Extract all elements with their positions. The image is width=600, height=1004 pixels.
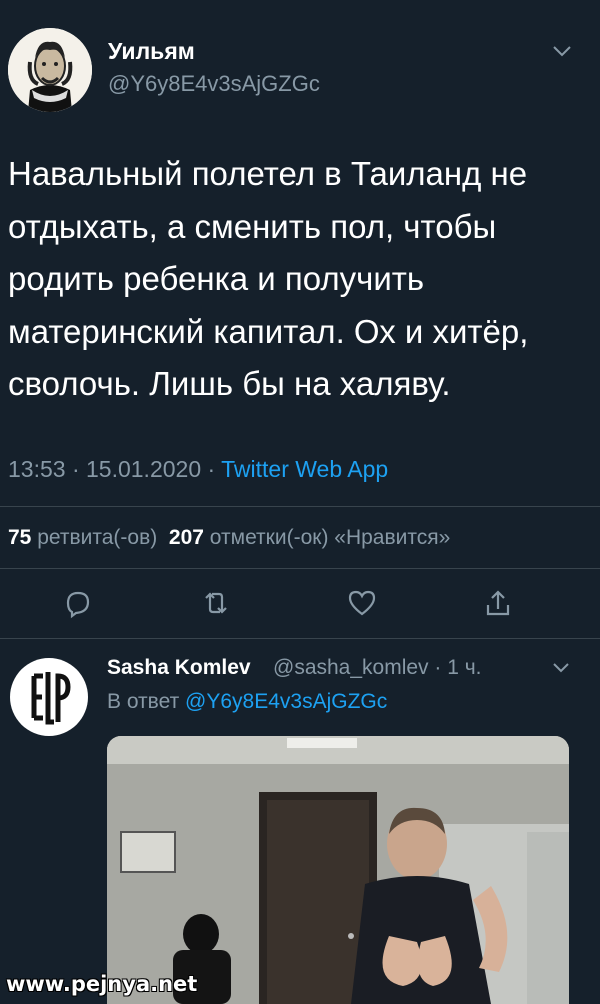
tweet-stats: 75 ретвита(-ов) 207 отметки(-ок) «Нравит… (8, 526, 450, 550)
tweet-source-link[interactable]: Twitter Web App (221, 456, 388, 482)
in-reply-mention[interactable]: @Y6y8E4v3sAjGZGc (185, 690, 387, 713)
likes-label[interactable]: отметки(-ок) «Нравится» (204, 526, 451, 549)
author-name[interactable]: Уильям (108, 38, 195, 65)
likes-count[interactable]: 207 (169, 526, 204, 549)
watermark: www.pejnya.net (6, 972, 198, 996)
divider (0, 506, 600, 507)
chevron-down-icon[interactable] (552, 44, 572, 58)
main-tweet: Уильям @Y6y8E4v3sAjGZGc Навальный полете… (0, 0, 600, 640)
reply-tweet: Sasha Komlev @sasha_komlev · 1 ч. В отве… (0, 640, 600, 1004)
tweet-actions (0, 585, 600, 629)
author-avatar[interactable] (8, 28, 92, 112)
like-icon[interactable] (344, 585, 380, 621)
reply-author-name[interactable]: Sasha Komlev (107, 656, 251, 680)
tweet-meta: 13:53 · 15.01.2020 · Twitter Web App (8, 456, 388, 483)
in-reply-prefix: В ответ (107, 690, 186, 713)
retweets-count[interactable]: 75 (8, 526, 31, 549)
attached-photo[interactable] (107, 736, 569, 1004)
tweet-timestamp: 13:53 · 15.01.2020 · (8, 456, 222, 482)
reply-author-avatar[interactable] (10, 658, 88, 736)
reply-icon[interactable] (58, 585, 94, 621)
share-icon[interactable] (480, 585, 516, 621)
tweet-text: Навальный полетел в Таиланд не отдыхать,… (8, 155, 529, 402)
reply-author-handle[interactable]: @sasha_komlev · 1 ч. (273, 656, 482, 680)
divider (0, 568, 600, 569)
in-reply-to: В ответ @Y6y8E4v3sAjGZGc (107, 690, 387, 714)
author-handle[interactable]: @Y6y8E4v3sAjGZGc (108, 71, 320, 97)
retweet-icon[interactable] (198, 585, 234, 621)
divider (0, 638, 600, 639)
chevron-down-icon[interactable] (552, 662, 570, 674)
retweets-label[interactable]: ретвита(-ов) (31, 526, 157, 549)
